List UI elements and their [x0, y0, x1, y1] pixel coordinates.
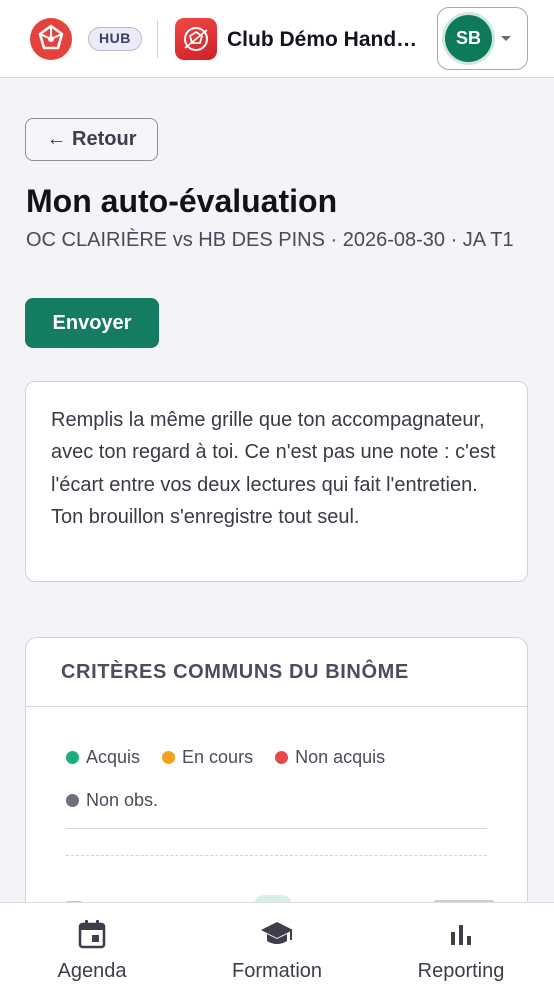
bottom-nav: Agenda Formation Reporting — [0, 902, 554, 994]
nav-item-agenda[interactable]: Agenda — [42, 903, 142, 994]
dashed-divider — [66, 855, 487, 856]
bar-chart-icon — [448, 918, 474, 950]
status-legend: Acquis En cours Non acquis Non obs. — [66, 747, 496, 833]
legend-non-obs: Non obs. — [66, 790, 158, 811]
club-logo-icon — [175, 18, 217, 60]
page-title: Mon auto-évaluation — [26, 183, 338, 219]
hub-logo-icon[interactable] — [29, 17, 73, 61]
criteria-title: CRITÈRES COMMUNS DU BINÔME — [26, 638, 527, 707]
hub-badge: HUB — [88, 27, 142, 51]
nav-label-formation: Formation — [231, 960, 323, 982]
header-divider — [157, 20, 158, 58]
info-text: Remplis la même grille que ton accompagn… — [51, 409, 496, 528]
nav-label-agenda: Agenda — [57, 960, 127, 982]
match-subtitle: OC CLAIRIÈRE vs HB DES PINS · 2026-08-30… — [26, 229, 514, 251]
non-obs-dot-icon — [66, 794, 79, 807]
non-acquis-dot-icon — [275, 751, 289, 764]
en-cours-dot-icon — [162, 751, 176, 764]
back-button[interactable]: ← Retour — [25, 118, 158, 161]
club-name[interactable]: Club Démo HandA… — [227, 27, 431, 53]
calendar-icon — [78, 918, 106, 950]
acquis-dot-icon — [66, 751, 79, 764]
chevron-down-icon — [501, 36, 511, 41]
legend-acquis: Acquis — [66, 747, 140, 768]
graduation-cap-icon — [260, 918, 294, 950]
legend-non-acquis: Non acquis — [275, 747, 385, 768]
send-button[interactable]: Envoyer — [25, 298, 159, 348]
nav-item-reporting[interactable]: Reporting — [406, 903, 516, 994]
user-menu-button[interactable]: SB — [437, 7, 528, 70]
nav-item-formation[interactable]: Formation — [217, 903, 337, 994]
info-card: Remplis la même grille que ton accompagn… — [25, 381, 528, 582]
legend-en-cours: En cours — [162, 747, 253, 768]
top-bar: HUB Club Démo HandA… SB — [0, 0, 554, 78]
nav-label-reporting: Reporting — [417, 960, 505, 982]
legend-divider — [66, 828, 487, 829]
avatar: SB — [445, 15, 492, 62]
